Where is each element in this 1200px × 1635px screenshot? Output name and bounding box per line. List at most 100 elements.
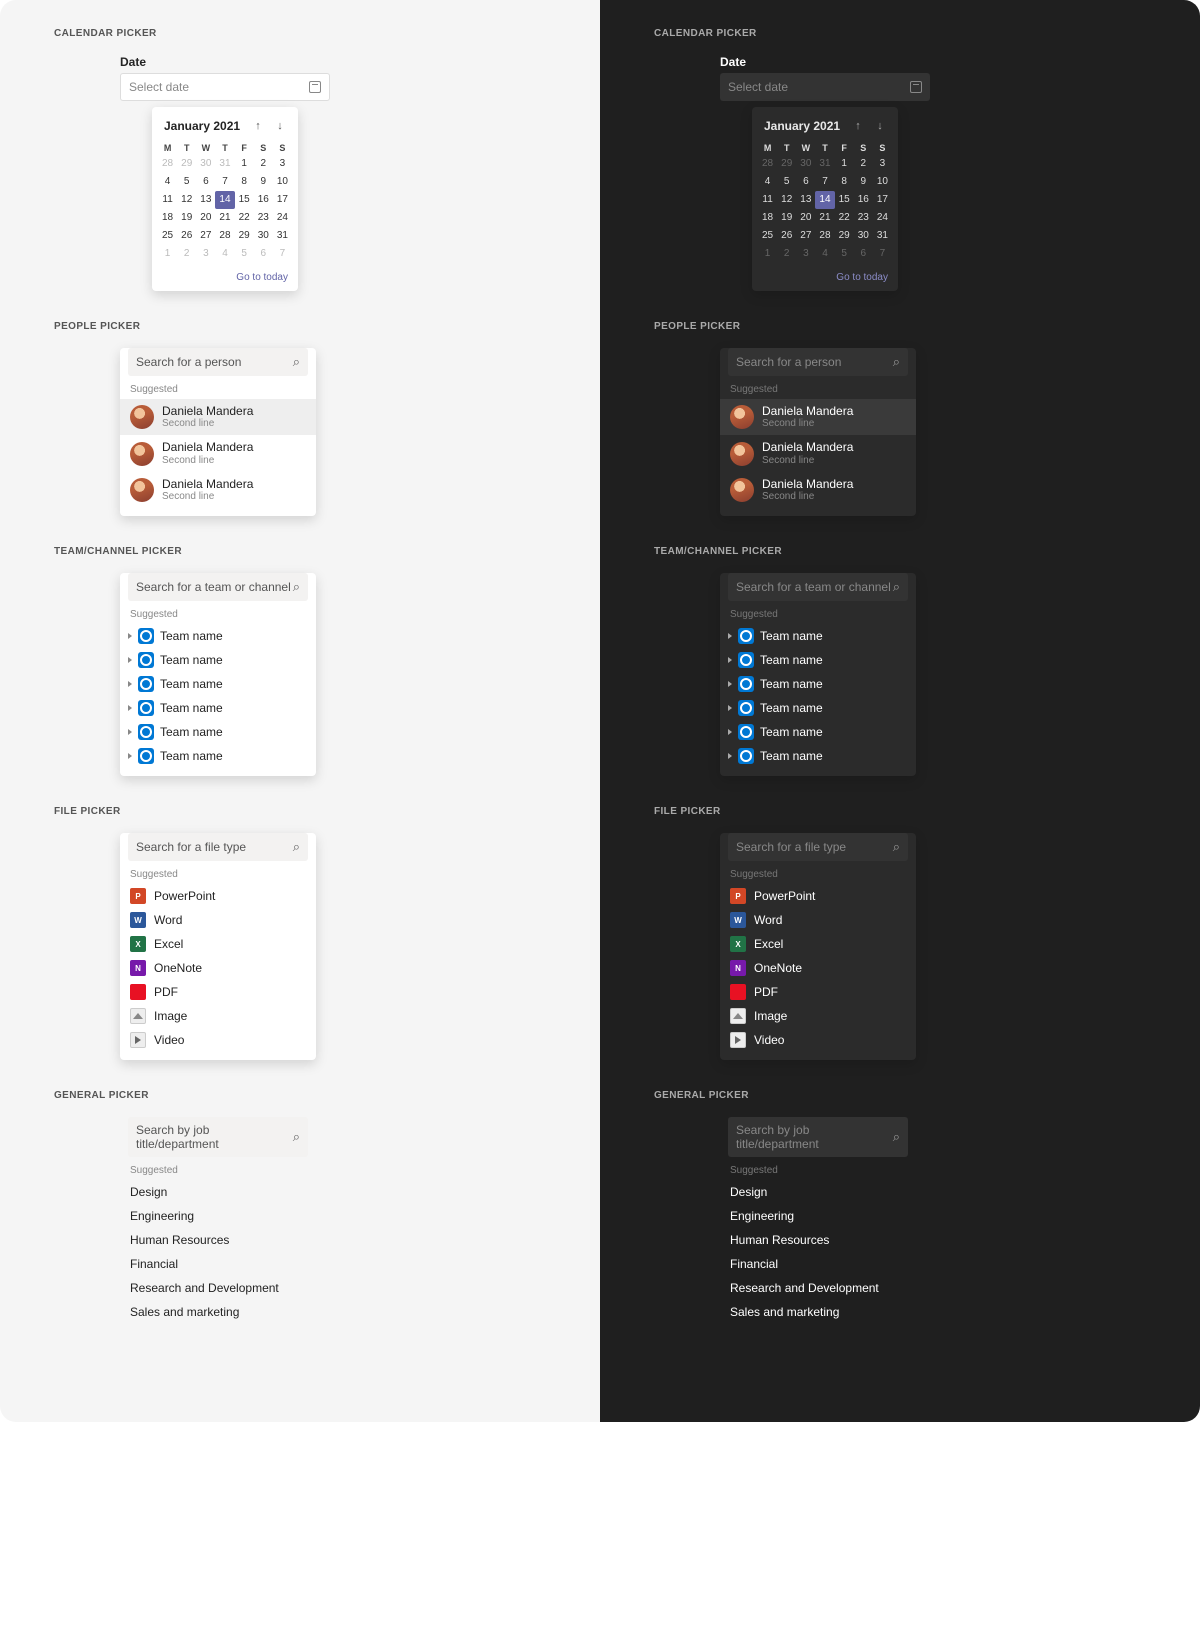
team-search-input[interactable]: Search for a team or channel⌕	[728, 573, 908, 601]
go-to-today[interactable]: Go to today	[236, 272, 288, 283]
calendar-day[interactable]: 19	[777, 209, 796, 227]
calendar-day[interactable]: 28	[815, 227, 834, 245]
calendar-day[interactable]: 8	[235, 173, 254, 191]
calendar-title[interactable]: January 2021	[764, 119, 840, 133]
calendar-day[interactable]: 8	[835, 173, 854, 191]
calendar-day[interactable]: 18	[158, 209, 177, 227]
calendar-day[interactable]: 22	[835, 209, 854, 227]
calendar-day[interactable]: 16	[854, 191, 873, 209]
file-item[interactable]: NOneNote	[720, 956, 916, 980]
calendar-day[interactable]: 6	[196, 173, 215, 191]
calendar-day[interactable]: 14	[815, 191, 834, 209]
date-input[interactable]: Select date	[720, 73, 930, 101]
calendar-day[interactable]: 30	[796, 155, 815, 173]
calendar-day[interactable]: 28	[215, 227, 234, 245]
calendar-day[interactable]: 16	[254, 191, 273, 209]
calendar-day[interactable]: 7	[273, 245, 292, 263]
calendar-day[interactable]: 10	[273, 173, 292, 191]
calendar-day[interactable]: 10	[873, 173, 892, 191]
file-item[interactable]: PPowerPoint	[120, 884, 316, 908]
calendar-day[interactable]: 6	[854, 245, 873, 263]
file-item[interactable]: WWord	[720, 908, 916, 932]
calendar-prev-icon[interactable]: ↑	[252, 120, 264, 132]
calendar-day[interactable]: 29	[777, 155, 796, 173]
calendar-day[interactable]: 27	[196, 227, 215, 245]
expand-icon[interactable]	[728, 681, 732, 687]
calendar-day[interactable]: 31	[273, 227, 292, 245]
calendar-day[interactable]: 12	[777, 191, 796, 209]
file-item[interactable]: Image	[120, 1004, 316, 1028]
calendar-day[interactable]: 4	[815, 245, 834, 263]
general-item[interactable]: Financial	[120, 1252, 316, 1276]
calendar-day[interactable]: 6	[254, 245, 273, 263]
people-item[interactable]: Daniela ManderaSecond line	[720, 399, 916, 435]
people-item[interactable]: Daniela ManderaSecond line	[120, 435, 316, 471]
go-to-today[interactable]: Go to today	[836, 272, 888, 283]
calendar-day[interactable]: 3	[196, 245, 215, 263]
team-item[interactable]: Team name	[720, 720, 916, 744]
expand-icon[interactable]	[128, 681, 132, 687]
team-item[interactable]: Team name	[720, 696, 916, 720]
expand-icon[interactable]	[128, 729, 132, 735]
calendar-day[interactable]: 4	[215, 245, 234, 263]
file-item[interactable]: XExcel	[720, 932, 916, 956]
file-item[interactable]: Video	[120, 1028, 316, 1052]
calendar-day[interactable]: 17	[873, 191, 892, 209]
calendar-day[interactable]: 26	[777, 227, 796, 245]
file-item[interactable]: Image	[720, 1004, 916, 1028]
general-item[interactable]: Design	[720, 1180, 916, 1204]
expand-icon[interactable]	[128, 705, 132, 711]
expand-icon[interactable]	[128, 633, 132, 639]
calendar-day[interactable]: 7	[815, 173, 834, 191]
calendar-day[interactable]: 4	[158, 173, 177, 191]
calendar-day[interactable]: 28	[158, 155, 177, 173]
team-item[interactable]: Team name	[720, 672, 916, 696]
calendar-day[interactable]: 14	[215, 191, 234, 209]
people-search-input[interactable]: Search for a person⌕	[128, 348, 308, 376]
team-item[interactable]: Team name	[120, 696, 316, 720]
team-item[interactable]: Team name	[120, 672, 316, 696]
general-item[interactable]: Human Resources	[720, 1228, 916, 1252]
calendar-day[interactable]: 1	[235, 155, 254, 173]
file-item[interactable]: XExcel	[120, 932, 316, 956]
calendar-title[interactable]: January 2021	[164, 119, 240, 133]
general-item[interactable]: Sales and marketing	[120, 1300, 316, 1324]
team-search-input[interactable]: Search for a team or channel⌕	[128, 573, 308, 601]
calendar-day[interactable]: 7	[873, 245, 892, 263]
people-item[interactable]: Daniela ManderaSecond line	[720, 472, 916, 508]
team-item[interactable]: Team name	[720, 624, 916, 648]
people-item[interactable]: Daniela ManderaSecond line	[120, 472, 316, 508]
calendar-day[interactable]: 5	[777, 173, 796, 191]
file-item[interactable]: Video	[720, 1028, 916, 1052]
calendar-day[interactable]: 3	[273, 155, 292, 173]
calendar-day[interactable]: 22	[235, 209, 254, 227]
calendar-day[interactable]: 11	[158, 191, 177, 209]
expand-icon[interactable]	[728, 657, 732, 663]
team-item[interactable]: Team name	[120, 624, 316, 648]
calendar-day[interactable]: 19	[177, 209, 196, 227]
expand-icon[interactable]	[728, 753, 732, 759]
calendar-day[interactable]: 15	[835, 191, 854, 209]
general-item[interactable]: Sales and marketing	[720, 1300, 916, 1324]
calendar-day[interactable]: 21	[215, 209, 234, 227]
calendar-day[interactable]: 23	[854, 209, 873, 227]
calendar-day[interactable]: 6	[796, 173, 815, 191]
file-search-input[interactable]: Search for a file type⌕	[128, 833, 308, 861]
file-item[interactable]: PDF	[120, 980, 316, 1004]
calendar-prev-icon[interactable]: ↑	[852, 120, 864, 132]
calendar-day[interactable]: 2	[777, 245, 796, 263]
calendar-day[interactable]: 30	[254, 227, 273, 245]
calendar-day[interactable]: 23	[254, 209, 273, 227]
calendar-next-icon[interactable]: ↓	[274, 120, 286, 132]
calendar-day[interactable]: 2	[177, 245, 196, 263]
calendar-day[interactable]: 24	[873, 209, 892, 227]
calendar-day[interactable]: 25	[158, 227, 177, 245]
calendar-day[interactable]: 9	[854, 173, 873, 191]
calendar-day[interactable]: 5	[235, 245, 254, 263]
calendar-day[interactable]: 25	[758, 227, 777, 245]
calendar-day[interactable]: 11	[758, 191, 777, 209]
team-item[interactable]: Team name	[720, 744, 916, 768]
general-search-input[interactable]: Search by job title/department⌕	[728, 1117, 908, 1157]
calendar-day[interactable]: 1	[835, 155, 854, 173]
expand-icon[interactable]	[728, 633, 732, 639]
